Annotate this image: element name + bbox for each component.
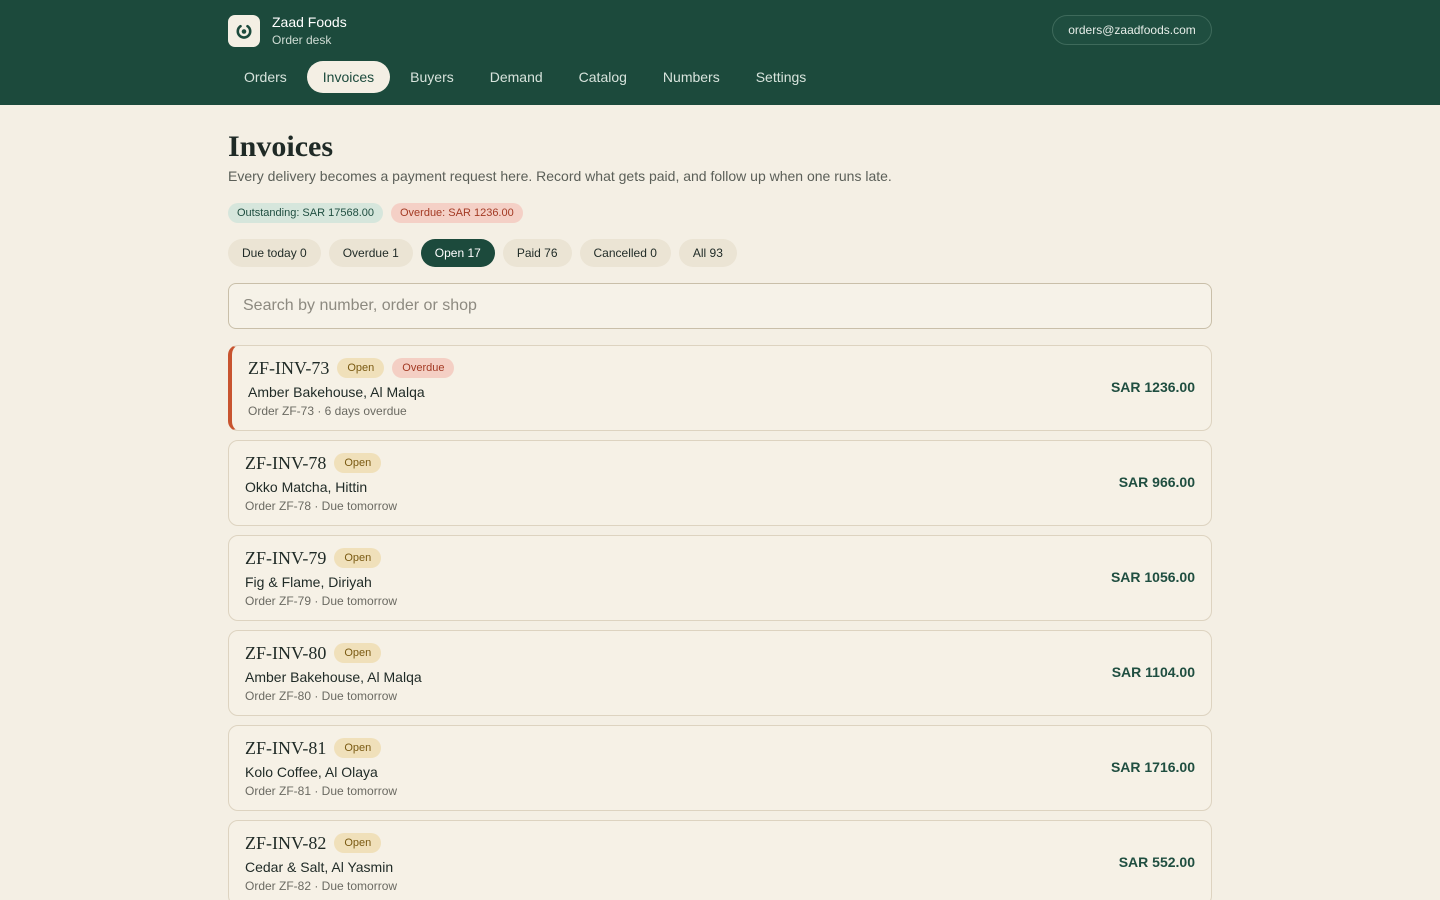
tab-demand[interactable]: Demand (474, 61, 559, 93)
outstanding-badge: Outstanding: SAR 17568.00 (228, 203, 383, 223)
invoice-amount: SAR 1236.00 (1110, 379, 1195, 395)
filter-all[interactable]: All 93 (678, 239, 737, 267)
status-badge: Open (334, 453, 382, 473)
invoice-amount: SAR 966.00 (1118, 474, 1195, 490)
shop-name: Amber Bakehouse, Al Malqa (245, 669, 422, 685)
summary-badges: Outstanding: SAR 17568.00 Overdue: SAR 1… (228, 203, 531, 223)
filter-overdue[interactable]: Overdue 1 (328, 239, 413, 267)
invoice-card[interactable]: ZF-INV-80 Open Amber Bakehouse, Al Malqa… (228, 630, 1212, 716)
tab-numbers[interactable]: Numbers (647, 61, 736, 93)
status-badge: Open (337, 358, 385, 378)
status-filters: Due today 0 Overdue 1 Open 17 Paid 76 Ca… (228, 239, 745, 267)
invoice-number: ZF-INV-78 (245, 452, 327, 473)
invoice-amount: SAR 1716.00 (1110, 759, 1195, 775)
invoice-meta: Order ZF-80 · Due tomorrow (245, 689, 398, 703)
shop-name: Okko Matcha, Hittin (245, 479, 368, 495)
shop-name: Cedar & Salt, Al Yasmin (245, 859, 394, 875)
invoice-meta: Order ZF-73 · 6 days overdue (248, 404, 407, 418)
account-email-button[interactable]: orders@zaadfoods.com (1052, 15, 1212, 45)
brand[interactable]: Zaad Foods Order desk (228, 14, 347, 48)
tab-invoices[interactable]: Invoices (306, 61, 391, 93)
invoice-meta: Order ZF-82 · Due tomorrow (245, 879, 398, 893)
invoice-card[interactable]: ZF-INV-82 Open Cedar & Salt, Al Yasmin O… (228, 820, 1212, 900)
filter-due-today[interactable]: Due today 0 (228, 239, 321, 267)
filter-cancelled[interactable]: Cancelled 0 (579, 239, 671, 267)
brand-subtitle: Order desk (272, 33, 332, 47)
invoice-amount: SAR 1056.00 (1110, 569, 1195, 585)
invoice-amount: SAR 1104.00 (1111, 664, 1195, 680)
invoice-meta: Order ZF-81 · Due tomorrow (245, 784, 398, 798)
invoice-meta: Order ZF-78 · Due tomorrow (245, 499, 398, 513)
status-badge: Open (334, 643, 382, 663)
tab-catalog[interactable]: Catalog (563, 61, 643, 93)
invoice-list: ZF-INV-73 Open Overdue Amber Bakehouse, … (228, 345, 1212, 900)
invoice-number: ZF-INV-81 (245, 737, 327, 758)
invoice-card[interactable]: ZF-INV-79 Open Fig & Flame, Diriyah Orde… (228, 535, 1212, 621)
app-header: Zaad Foods Order desk orders@zaadfoods.c… (0, 0, 1440, 105)
invoice-number: ZF-INV-73 (248, 357, 330, 378)
tab-buyers[interactable]: Buyers (394, 61, 470, 93)
status-badge: Open (334, 833, 382, 853)
invoice-card[interactable]: ZF-INV-73 Open Overdue Amber Bakehouse, … (228, 345, 1212, 431)
filter-paid[interactable]: Paid 76 (502, 239, 572, 267)
status-badge: Open (334, 548, 382, 568)
filter-open[interactable]: Open 17 (420, 239, 495, 267)
invoice-number: ZF-INV-80 (245, 642, 327, 663)
main-nav: Orders Invoices Buyers Demand Catalog Nu… (228, 61, 826, 93)
invoice-number: ZF-INV-79 (245, 547, 327, 568)
invoice-meta: Order ZF-79 · Due tomorrow (245, 594, 398, 608)
page-description: Every delivery becomes a payment request… (228, 168, 892, 184)
power-ring-icon (228, 15, 260, 47)
shop-name: Kolo Coffee, Al Olaya (245, 764, 378, 780)
invoice-card[interactable]: ZF-INV-78 Open Okko Matcha, Hittin Order… (228, 440, 1212, 526)
invoice-amount: SAR 552.00 (1118, 854, 1195, 870)
brand-name: Zaad Foods (272, 14, 347, 30)
invoice-card[interactable]: ZF-INV-81 Open Kolo Coffee, Al Olaya Ord… (228, 725, 1212, 811)
overdue-total-badge: Overdue: SAR 1236.00 (390, 203, 523, 223)
invoice-number: ZF-INV-82 (245, 832, 327, 853)
shop-name: Amber Bakehouse, Al Malqa (248, 384, 425, 400)
shop-name: Fig & Flame, Diriyah (245, 574, 372, 590)
tab-settings[interactable]: Settings (740, 61, 823, 93)
search-input[interactable] (228, 283, 1212, 329)
tab-orders[interactable]: Orders (228, 61, 303, 93)
overdue-badge: Overdue (392, 358, 455, 378)
status-badge: Open (334, 738, 382, 758)
page-title: Invoices (228, 130, 333, 163)
